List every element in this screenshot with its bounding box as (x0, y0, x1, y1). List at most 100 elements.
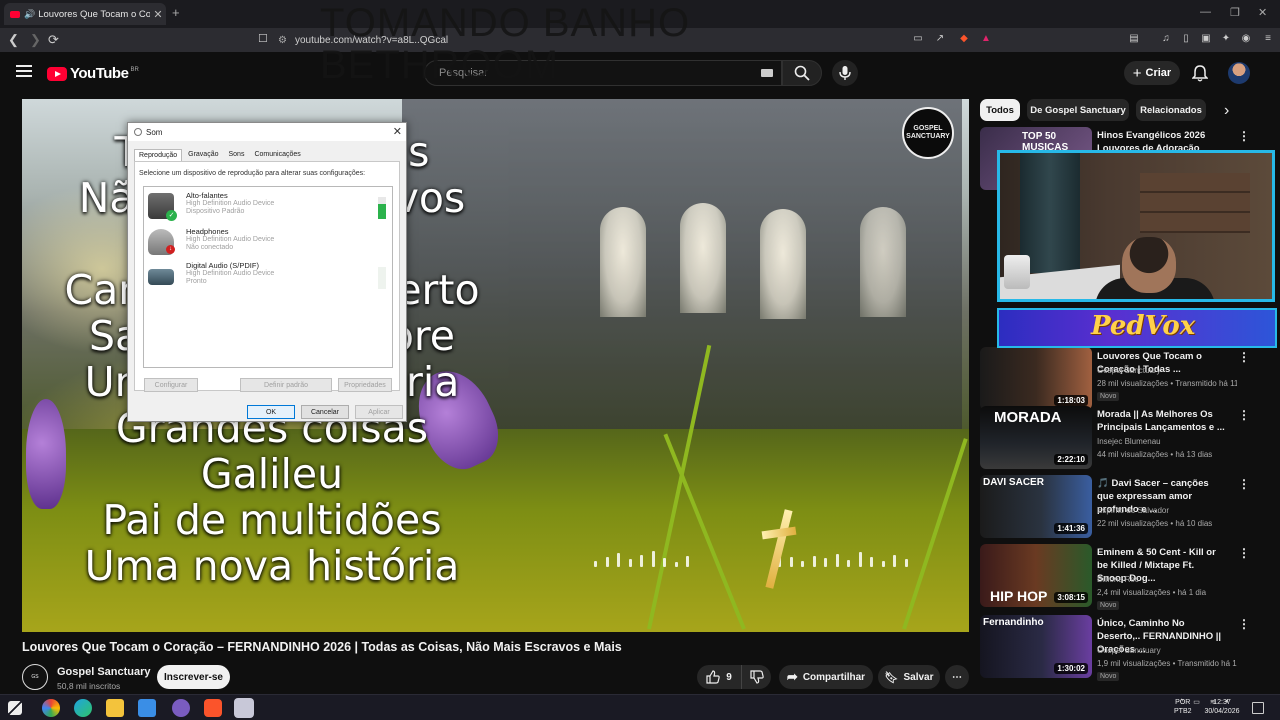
channel-name[interactable]: Insejec Blumenau (1097, 437, 1161, 446)
music-icon[interactable]: ♫ (1160, 33, 1172, 45)
sound-settings-taskbar-icon[interactable] (234, 698, 254, 718)
browser-tab[interactable]: 🔊 Louvores Que Tocam o Coraç ✕ (4, 3, 166, 25)
keyboard-icon[interactable] (761, 69, 773, 77)
back-icon[interactable]: ❮ (8, 32, 19, 48)
edge-taskbar-icon[interactable] (74, 699, 92, 717)
tab-playback[interactable]: Reprodução (134, 149, 183, 161)
share-button[interactable]: ➦ Compartilhar (779, 665, 873, 689)
share-page-icon[interactable]: ↗ (934, 33, 946, 45)
more-options-icon[interactable]: ⋮ (1238, 617, 1250, 631)
dislike-button[interactable] (741, 665, 771, 689)
more-options-icon[interactable]: ⋮ (1238, 129, 1250, 143)
network-icon[interactable]: ▭ (1193, 698, 1200, 706)
save-button[interactable]: 🔖︎ Salvar (878, 665, 940, 689)
more-options-icon[interactable]: ⋮ (1238, 350, 1250, 364)
video-meta: 2,4 mil visualizações • há 1 dia (1097, 588, 1207, 597)
recommendation-item[interactable]: DAVI SACER 1:41:36 🎵 Davi Sacer – cançõe… (980, 475, 1280, 541)
bookmark-icon[interactable]: ☐ (258, 32, 268, 45)
search-input[interactable]: Pesquisar (424, 60, 782, 86)
browser-menu-icon[interactable]: ≡ (1262, 33, 1274, 45)
device-speakers[interactable]: ✓ Alto-falantes High Definition Audio De… (148, 189, 388, 223)
minimize-icon[interactable]: — (1200, 6, 1211, 18)
dialog-close-icon[interactable]: ✕ (393, 125, 402, 138)
cast-icon[interactable]: ▭ (912, 33, 924, 45)
tab-communications[interactable]: Comunicações (250, 149, 304, 161)
search-button[interactable] (782, 60, 822, 86)
channel-name[interactable]: Espírito do Salvador (1097, 506, 1169, 515)
channel-subscribers: 50,8 mil inscritos (57, 681, 121, 691)
brave-rewards-icon[interactable]: ▲ (980, 33, 992, 45)
taskbar-clock[interactable]: 12:37 30/04/2026 (1200, 698, 1244, 716)
windows-start-icon[interactable] (8, 701, 22, 715)
chrome-taskbar-icon[interactable] (42, 699, 60, 717)
device-spdif[interactable]: Digital Audio (S/PDIF) High Definition A… (148, 259, 388, 293)
video-thumbnail[interactable]: 1:18:03 (980, 347, 1092, 410)
extensions-icon[interactable]: ✦ (1220, 33, 1232, 45)
notification-center-icon[interactable] (1252, 702, 1264, 714)
microphone-icon (839, 66, 851, 80)
thumbnail-text: DAVI SACER (983, 477, 1044, 488)
tab-sounds[interactable]: Sons (225, 149, 249, 161)
video-thumbnail[interactable]: HIP HOP 3:08:15 (980, 544, 1092, 607)
site-info-icon[interactable]: ⚙ (278, 35, 287, 46)
apply-button[interactable]: Aplicar (355, 405, 403, 419)
configure-button[interactable]: Configurar (144, 378, 198, 392)
dialog-titlebar[interactable]: Som (128, 123, 406, 141)
video-thumbnail[interactable]: DAVI SACER 1:41:36 (980, 475, 1092, 538)
youtube-logo[interactable]: YouTube BR (47, 65, 139, 82)
close-window-icon[interactable]: ✕ (1258, 6, 1267, 19)
cancel-button[interactable]: Cancelar (301, 405, 349, 419)
new-tab-icon[interactable]: + (172, 5, 180, 20)
maximize-icon[interactable]: ❐ (1230, 6, 1240, 19)
hamburger-menu-icon[interactable] (16, 65, 32, 77)
video-thumbnail[interactable]: MORADA 2:22:10 (980, 406, 1092, 469)
account-avatar[interactable] (1228, 62, 1250, 84)
properties-button[interactable]: Propriedades (338, 378, 392, 392)
audio-playing-icon[interactable]: 🔊 (24, 9, 35, 20)
video-thumbnail[interactable]: Fernandinho 1:30:02 (980, 615, 1092, 678)
url-field[interactable]: ⚙ youtube.com/watch?v=a8L..QGcal (278, 31, 898, 49)
file-explorer-icon[interactable] (106, 699, 124, 717)
set-default-button[interactable]: Definir padrão (240, 378, 332, 392)
brave-taskbar-icon[interactable] (204, 699, 222, 717)
device-headphones[interactable]: ↓ Headphones High Definition Audio Devic… (148, 225, 388, 259)
voice-search-button[interactable] (832, 60, 858, 86)
recommendation-item[interactable]: MORADA 2:22:10 Morada || As Melhores Os … (980, 406, 1280, 472)
video-title[interactable]: Morada || As Melhores Os Principais Lanç… (1097, 408, 1225, 434)
store-icon[interactable] (138, 699, 156, 717)
obs-icon[interactable] (172, 699, 190, 717)
screenshot-icon[interactable]: ▣ (1200, 33, 1212, 45)
brave-shield-icon[interactable]: ◆ (958, 33, 970, 45)
reload-icon[interactable]: ⟳ (48, 32, 59, 48)
reader-icon[interactable]: ▯ (1180, 33, 1192, 45)
tab-recording[interactable]: Gravação (184, 149, 222, 161)
close-tab-icon[interactable]: ✕ (150, 8, 166, 21)
notifications-icon[interactable] (1191, 64, 1209, 87)
channel-name[interactable]: Gospel Sanctuary (57, 666, 151, 678)
sidebar-toggle-icon[interactable]: ▤ (1128, 33, 1140, 45)
more-options-icon[interactable]: ⋮ (1238, 408, 1250, 422)
recommendation-item[interactable]: HIP HOP 3:08:15 Eminem & 50 Cent - Kill … (980, 544, 1280, 610)
channel-name[interactable]: Gospel Sanctuary (1097, 366, 1161, 375)
recommendation-item[interactable]: Fernandinho 1:30:02 Único, Caminho No De… (980, 615, 1280, 681)
more-options-icon[interactable]: ⋮ (1238, 477, 1250, 491)
channel-name[interactable]: Gospel Sanctuary (1097, 646, 1161, 655)
chevron-right-icon[interactable]: › (1224, 102, 1229, 120)
recommendation-item[interactable]: 1:18:03 Louvores Que Tocam o Coração | T… (980, 345, 1280, 411)
channel-avatar[interactable]: GS (22, 664, 48, 690)
ok-button[interactable]: OK (247, 405, 295, 419)
create-button[interactable]: + Criar (1124, 61, 1180, 85)
like-button[interactable]: 9 (697, 665, 741, 689)
video-meta: 1,9 mil visualizações • Transmitido há 1… (1097, 659, 1237, 668)
chip-from-channel[interactable]: De Gospel Sanctuary (1027, 99, 1129, 121)
subscribe-button[interactable]: Inscrever-se (157, 665, 230, 689)
channel-name[interactable]: Billions Rec (1097, 575, 1139, 584)
device-status: Pronto (186, 278, 207, 285)
more-options-icon[interactable]: ⋮ (1238, 546, 1250, 560)
more-actions-icon[interactable]: ⋯ (945, 665, 969, 689)
input-language[interactable]: POR PTB2 (1174, 698, 1192, 716)
chip-all[interactable]: Todos (980, 99, 1020, 121)
chip-related[interactable]: Relacionados (1136, 99, 1206, 121)
vpn-icon[interactable]: ◉ (1240, 33, 1252, 45)
forward-icon[interactable]: ❯ (30, 32, 41, 48)
